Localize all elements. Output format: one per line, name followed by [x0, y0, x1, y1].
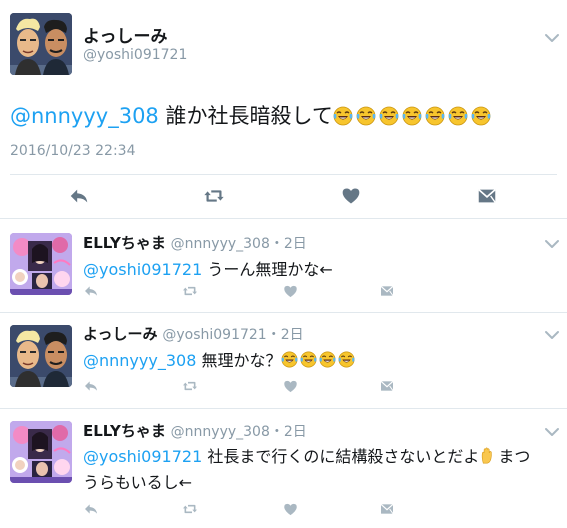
reply-avatar[interactable] [10, 325, 72, 387]
divider [0, 218, 567, 219]
joy-emoji-icon [300, 351, 317, 368]
reply-icon [83, 501, 99, 517]
emoji-row [333, 104, 494, 128]
chevron-down-icon[interactable] [544, 236, 560, 250]
retweet-icon [181, 501, 199, 517]
reply-body: うーん無理かな← [202, 260, 333, 279]
retweet-button[interactable] [180, 282, 200, 300]
reply-handle-time[interactable]: @nnnyyy_308・2日 [171, 236, 307, 252]
reply-body: 社長まで行くのに結構殺さないとだよ [202, 447, 480, 466]
dm-button[interactable] [378, 500, 396, 518]
reply-display-name[interactable]: ELLYちゃま [83, 422, 166, 440]
joy-emoji-icon [338, 351, 355, 368]
joy-emoji-icon [448, 106, 468, 126]
reply-handle-time[interactable]: @yoshi091721・2日 [162, 327, 303, 343]
dm-button[interactable] [474, 184, 500, 208]
heart-icon [283, 502, 298, 517]
retweet-icon [202, 185, 226, 207]
reply-body-cont: まつ [498, 447, 531, 466]
author-handle[interactable]: @yoshi091721 [83, 47, 187, 63]
reply-header: ELLYちゃま @nnnyyy_308・2日 [83, 232, 307, 253]
like-button[interactable] [281, 282, 299, 300]
reply-button[interactable] [82, 282, 100, 300]
reply-button[interactable] [82, 500, 100, 518]
like-button[interactable] [338, 184, 364, 208]
envelope-icon [379, 501, 395, 517]
joy-emoji-icon [379, 106, 399, 126]
chevron-down-icon[interactable] [544, 424, 560, 438]
joy-emoji-icon [319, 351, 336, 368]
retweet-icon [181, 378, 199, 394]
reply-mention[interactable]: @nnnyyy_308 [83, 351, 196, 370]
dm-button[interactable] [378, 377, 396, 395]
reply-icon [83, 283, 99, 299]
retweet-button[interactable] [180, 377, 200, 395]
heart-icon [341, 186, 361, 206]
envelope-icon [379, 378, 395, 394]
reply-avatar[interactable] [10, 421, 72, 483]
reply-display-name[interactable]: よっしーみ [83, 325, 158, 343]
reply-text: @yoshi091721 うーん無理かな← [83, 256, 333, 280]
retweet-button[interactable] [180, 500, 200, 518]
like-button[interactable] [281, 500, 299, 518]
tweet-mention[interactable]: @nnnyyy_308 [10, 104, 159, 128]
envelope-icon [476, 185, 498, 207]
divider [0, 312, 567, 313]
dm-button[interactable] [378, 282, 396, 300]
raised-hand-icon [479, 447, 496, 464]
reply-body-line: うらもいるし← [83, 473, 193, 492]
envelope-icon [379, 283, 395, 299]
joy-emoji-icon [402, 106, 422, 126]
joy-emoji-icon [471, 106, 491, 126]
joy-emoji-icon [425, 106, 445, 126]
reply-handle-time[interactable]: @nnnyyy_308・2日 [171, 424, 307, 440]
reply-text: @yoshi091721 社長まで行くのに結構殺さないとだよ まつ うらもいるし← [83, 444, 553, 496]
like-button[interactable] [281, 377, 299, 395]
joy-emoji-icon [333, 106, 353, 126]
retweet-button[interactable] [200, 184, 228, 208]
author-display-name[interactable]: よっしーみ [83, 22, 168, 47]
tweet-text: @nnnyyy_308 誰か社長暗殺して [10, 100, 494, 130]
reply-icon [83, 378, 99, 394]
chevron-down-icon[interactable] [544, 30, 560, 44]
reply-text: @nnnyyy_308 無理かな？ [83, 347, 357, 371]
reply-button[interactable] [82, 377, 100, 395]
tweet-timestamp[interactable]: 2016/10/23 22:34 [10, 143, 136, 159]
reply-icon [68, 185, 90, 207]
divider [10, 174, 557, 175]
heart-icon [283, 379, 298, 394]
joy-emoji-icon [281, 351, 298, 368]
reply-header: ELLYちゃま @nnnyyy_308・2日 [83, 420, 307, 441]
divider [0, 408, 567, 409]
reply-button[interactable] [66, 184, 92, 208]
reply-header: よっしーみ @yoshi091721・2日 [83, 323, 304, 344]
reply-avatar[interactable] [10, 233, 72, 295]
reply-mention[interactable]: @yoshi091721 [83, 447, 202, 466]
retweet-icon [181, 283, 199, 299]
reply-mention[interactable]: @yoshi091721 [83, 260, 202, 279]
joy-emoji-icon [356, 106, 376, 126]
reply-body: 無理かな？ [196, 351, 282, 370]
reply-display-name[interactable]: ELLYちゃま [83, 234, 166, 252]
tweet-body: 誰か社長暗殺して [158, 104, 333, 128]
chevron-down-icon[interactable] [544, 327, 560, 341]
heart-icon [283, 284, 298, 299]
author-avatar[interactable] [10, 13, 72, 75]
emoji-row [281, 351, 357, 370]
